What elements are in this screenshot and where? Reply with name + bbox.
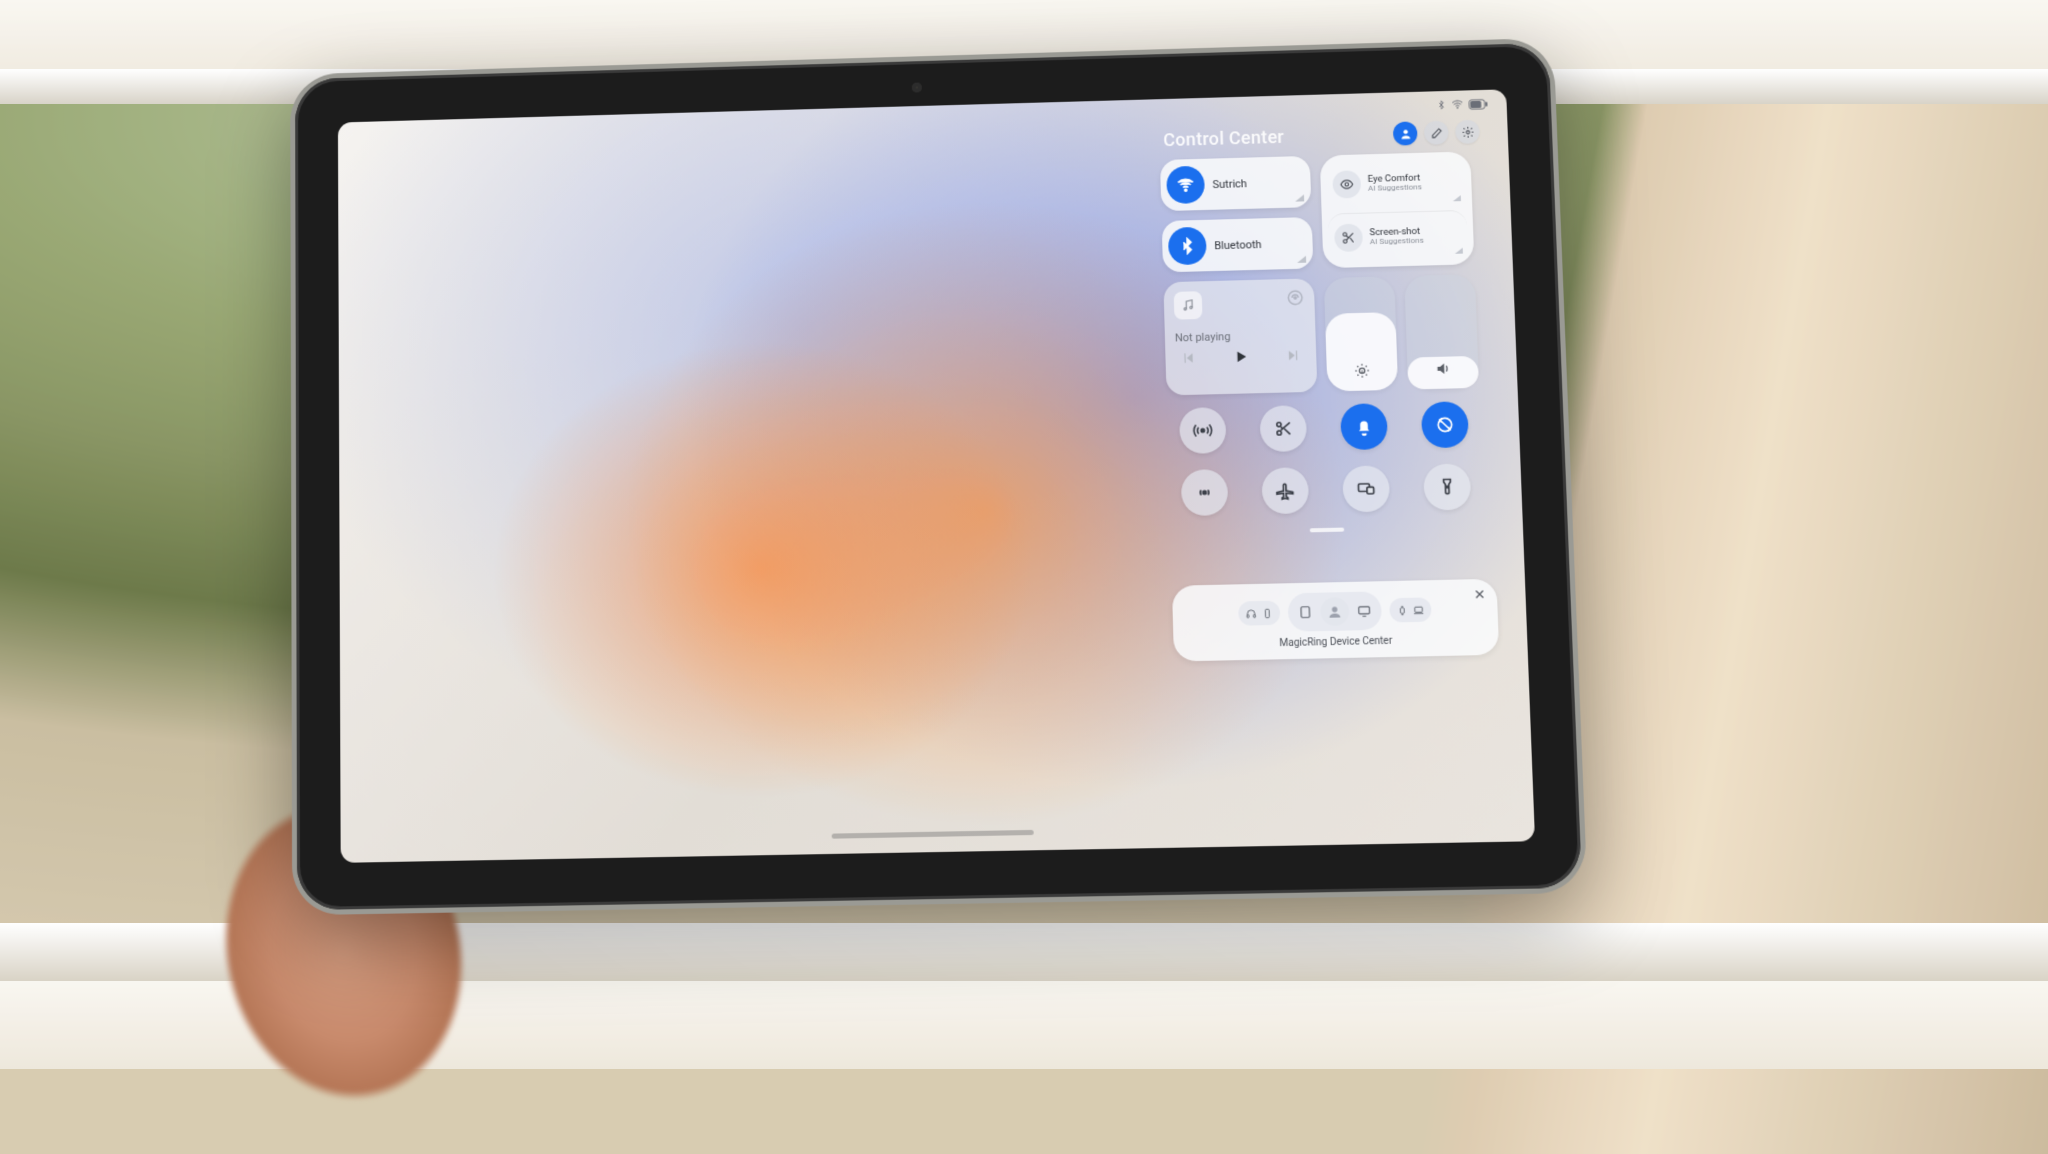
eye-comfort-tile[interactable]: Eye Comfort AI Suggestions bbox=[1326, 158, 1466, 210]
screen-cast-button[interactable] bbox=[1342, 465, 1390, 512]
settings-button[interactable] bbox=[1455, 120, 1480, 144]
scissors-icon bbox=[1341, 230, 1356, 244]
device-row bbox=[1184, 589, 1486, 634]
eye-icon-circle bbox=[1332, 170, 1361, 198]
expand-indicator-icon bbox=[1455, 248, 1463, 254]
screenshot-text: Screen-shot AI Suggestions bbox=[1369, 226, 1424, 246]
control-center-panel: Control Center Sutrich bbox=[1159, 120, 1499, 662]
tablet-screen: Control Center Sutrich bbox=[338, 89, 1535, 863]
screenshot-sub: AI Suggestions bbox=[1370, 236, 1424, 246]
eye-comfort-text: Eye Comfort AI Suggestions bbox=[1368, 174, 1422, 194]
brightness-auto-icon: A bbox=[1354, 363, 1371, 379]
laptop-icon bbox=[1413, 604, 1425, 615]
svg-text:A: A bbox=[1361, 369, 1364, 374]
flashlight-button[interactable] bbox=[1423, 463, 1471, 510]
edit-button[interactable] bbox=[1424, 120, 1449, 144]
bluetooth-status-icon bbox=[1436, 100, 1446, 110]
edit-icon bbox=[1430, 126, 1444, 139]
control-center-header: Control Center bbox=[1159, 120, 1480, 153]
bell-icon bbox=[1354, 416, 1375, 436]
screenshot-tile[interactable]: Screen-shot AI Suggestions bbox=[1328, 209, 1469, 262]
person-small-icon bbox=[1326, 603, 1343, 620]
nfc-button[interactable] bbox=[1181, 469, 1229, 516]
play-icon[interactable] bbox=[1233, 349, 1250, 365]
volume-slider[interactable] bbox=[1404, 274, 1479, 389]
navigation-bar-handle[interactable] bbox=[832, 830, 1034, 839]
wifi-icon bbox=[1176, 176, 1194, 194]
expand-indicator-icon bbox=[1295, 194, 1304, 201]
hotspot-button[interactable] bbox=[1179, 407, 1227, 454]
wifi-status-icon bbox=[1451, 98, 1463, 110]
device-center-panel: MagicRing Device Center bbox=[1172, 579, 1499, 662]
auto-rotate-icon bbox=[1434, 414, 1455, 435]
screenshot-icon-circle bbox=[1334, 223, 1363, 251]
display-icon bbox=[1357, 604, 1372, 618]
scissors-small-icon bbox=[1273, 418, 1294, 438]
cast-device-icon[interactable] bbox=[1286, 289, 1305, 307]
bluetooth-icon bbox=[1178, 237, 1197, 255]
smart-screenshot-button[interactable] bbox=[1259, 405, 1307, 452]
wifi-tile[interactable]: Sutrich bbox=[1160, 156, 1311, 211]
bluetooth-tile[interactable]: Bluetooth bbox=[1162, 217, 1314, 272]
device-pill-left[interactable] bbox=[1238, 601, 1280, 626]
screens-icon bbox=[1356, 479, 1377, 500]
close-icon[interactable] bbox=[1472, 587, 1487, 601]
headphones-icon bbox=[1245, 608, 1256, 619]
watch-icon bbox=[1397, 604, 1409, 615]
profile-button[interactable] bbox=[1393, 121, 1418, 145]
media-controls bbox=[1175, 347, 1306, 366]
brightness-fill bbox=[1325, 313, 1398, 392]
drag-handle-bar bbox=[1310, 528, 1345, 533]
hotspot-icon bbox=[1192, 420, 1213, 440]
tablet-device: Control Center Sutrich bbox=[295, 43, 1582, 910]
brightness-slider[interactable]: A bbox=[1324, 276, 1398, 391]
wifi-icon-circle bbox=[1166, 166, 1205, 204]
flashlight-icon bbox=[1437, 477, 1458, 498]
control-center-title: Control Center bbox=[1163, 127, 1284, 151]
volume-icon bbox=[1435, 361, 1452, 377]
device-pill-center[interactable] bbox=[1287, 591, 1382, 631]
expand-indicator-icon bbox=[1297, 256, 1306, 263]
airplane-icon bbox=[1275, 480, 1296, 501]
battery-status-icon bbox=[1468, 98, 1488, 109]
bluetooth-label: Bluetooth bbox=[1214, 238, 1262, 252]
phone-icon bbox=[1262, 607, 1273, 618]
gear-icon bbox=[1461, 125, 1475, 138]
expand-indicator-icon bbox=[1453, 195, 1461, 201]
ai-suggestions-panel: Eye Comfort AI Suggestions Screen-shot A… bbox=[1320, 151, 1475, 268]
status-bar bbox=[1436, 98, 1489, 111]
person-icon bbox=[1398, 127, 1411, 140]
panel-drag-handle[interactable] bbox=[1170, 522, 1484, 543]
control-center-grid: Sutrich Bluetooth bbox=[1160, 151, 1496, 582]
eye-comfort-sub: AI Suggestions bbox=[1368, 183, 1422, 193]
tablet-icon bbox=[1298, 605, 1313, 619]
auto-rotate-button[interactable] bbox=[1421, 401, 1469, 448]
bluetooth-icon-circle bbox=[1168, 227, 1207, 266]
ring-mode-button[interactable] bbox=[1340, 403, 1388, 450]
music-app-icon bbox=[1174, 291, 1203, 319]
device-pill-right[interactable] bbox=[1389, 597, 1432, 622]
music-note-icon bbox=[1181, 298, 1195, 312]
next-track-icon[interactable] bbox=[1286, 348, 1301, 362]
previous-track-icon[interactable] bbox=[1181, 351, 1195, 365]
media-player-tile[interactable]: Not playing bbox=[1163, 278, 1317, 395]
nfc-icon bbox=[1194, 482, 1215, 503]
airplane-mode-button[interactable] bbox=[1261, 467, 1309, 514]
eye-icon bbox=[1340, 178, 1355, 192]
device-center-caption: MagicRing Device Center bbox=[1186, 634, 1487, 651]
media-status: Not playing bbox=[1175, 328, 1306, 344]
device-avatar bbox=[1320, 597, 1349, 626]
wifi-label: Sutrich bbox=[1212, 177, 1247, 191]
